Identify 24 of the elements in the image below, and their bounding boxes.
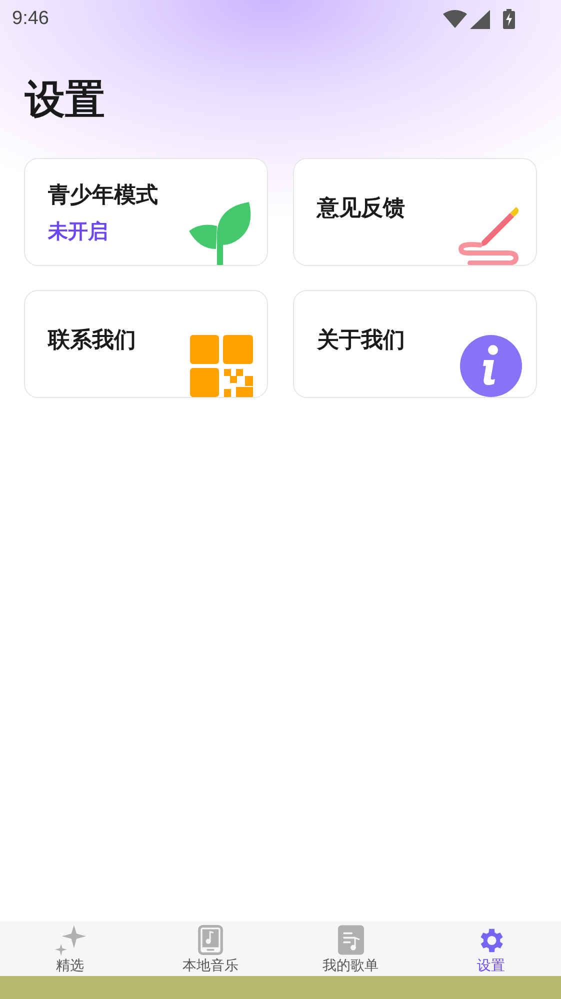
card-title: 青少年模式 [48,180,158,208]
settings-card[interactable]: 联系我们 [24,290,268,398]
nav-tab[interactable]: 精选 [0,921,140,976]
settings-card[interactable]: 关于我们 [293,290,537,398]
nav-tab[interactable]: 本地音乐 [140,921,280,976]
card-title: 意见反馈 [317,194,405,222]
status-time: 9:46 [12,6,49,31]
nav-tab[interactable]: 我的歌单 [280,921,421,976]
sparkle-icon [54,924,86,956]
page-title: 设置 [25,77,106,124]
nav-tab[interactable]: 设置 [420,921,561,976]
playlist-icon [338,925,364,955]
card-title: 关于我们 [317,326,405,354]
info-icon [460,335,522,397]
settings-card[interactable]: 青少年模式 未开启 [24,158,268,266]
music-tablet-icon [198,925,223,955]
settings-card[interactable]: 意见反馈 [293,158,537,266]
card-status: 未开启 [48,220,108,244]
qr-code-icon [190,335,253,397]
sprout-icon [189,202,253,265]
battery-charging-icon [503,9,515,29]
signal-icon [470,10,490,28]
card-title: 联系我们 [48,326,136,354]
wifi-icon [443,10,467,28]
